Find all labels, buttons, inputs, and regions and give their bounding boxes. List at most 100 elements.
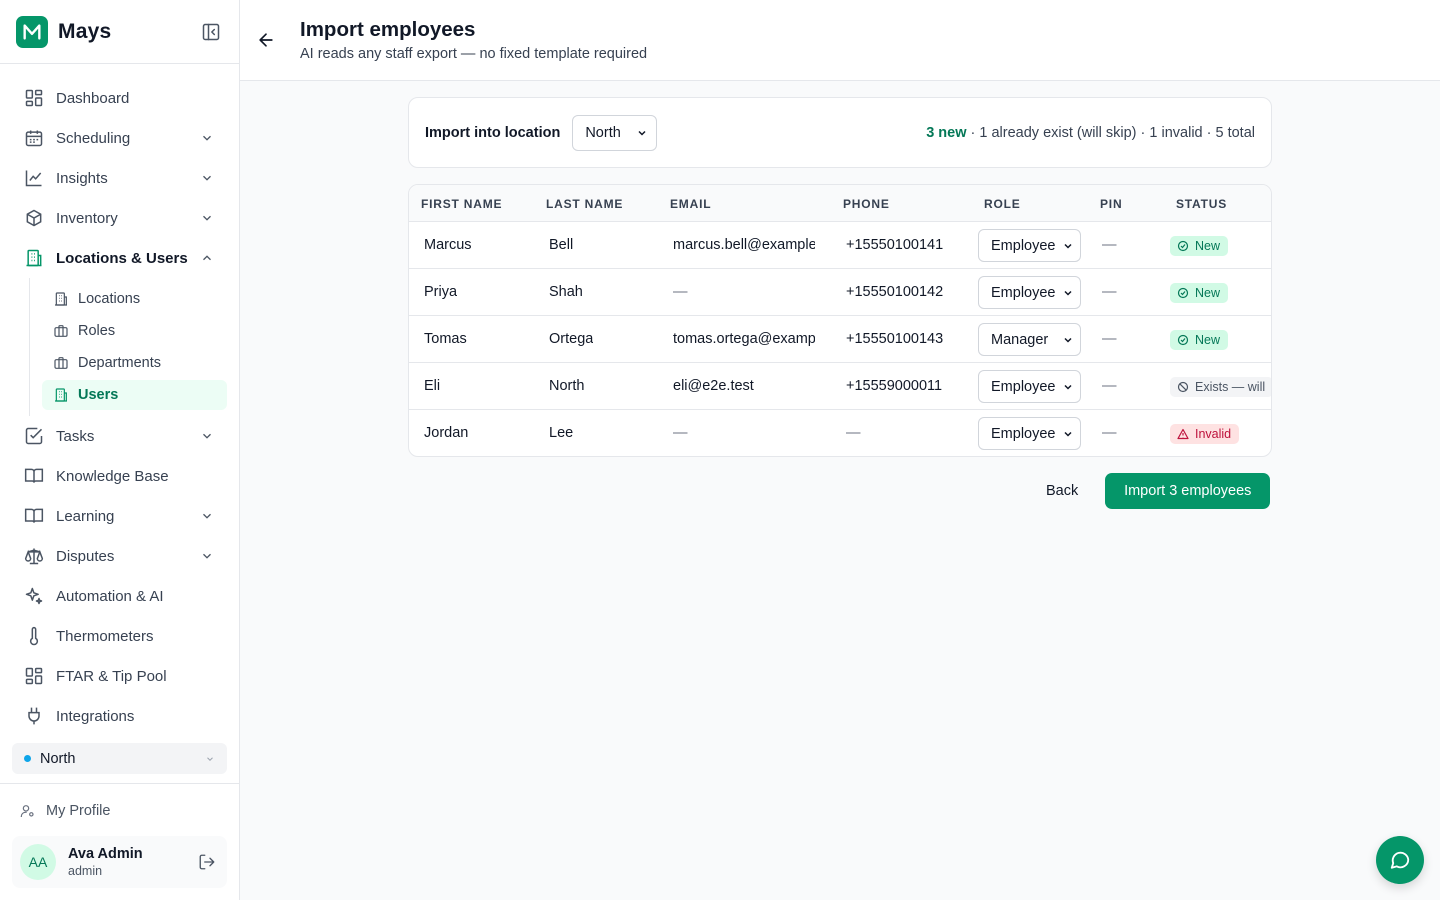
user-settings-icon (20, 803, 36, 819)
scale-icon (24, 546, 44, 566)
calendar-icon (24, 128, 44, 148)
ban-icon (1177, 381, 1189, 393)
book-icon (24, 466, 44, 486)
chevron-down-icon (205, 754, 215, 764)
sidebar-collapse-icon[interactable] (199, 20, 223, 44)
cell-first-name[interactable]: Priya (424, 284, 457, 300)
sidebar-subitem-departments[interactable]: Departments (42, 348, 227, 378)
sidebar-item-dashboard[interactable]: Dashboard (12, 78, 227, 118)
role-select[interactable]: Employee (978, 229, 1081, 262)
sidebar-item-inventory[interactable]: Inventory (12, 198, 227, 238)
import-location-panel: Import into location North 3 new · 1 alr… (408, 97, 1272, 168)
sidebar-item-label: Knowledge Base (56, 467, 169, 485)
sidebar-item-scheduling[interactable]: Scheduling (12, 118, 227, 158)
book-open-icon (24, 506, 44, 526)
my-profile-link[interactable]: My Profile (20, 803, 110, 819)
cell-phone[interactable]: +15550100142 (846, 284, 943, 300)
sidebar-item-knowledge-base[interactable]: Knowledge Base (12, 456, 227, 496)
chevron-down-icon (199, 170, 215, 186)
cell-first-name[interactable]: Tomas (424, 331, 467, 347)
sidebar-item-label: Insights (56, 169, 108, 187)
sidebar-item-automation-ai[interactable]: Automation & AI (12, 576, 227, 616)
table-row: Eli North eli@e2e.test +15559000011 Empl… (409, 363, 1271, 410)
table-header: FIRST NAME LAST NAME EMAIL PHONE ROLE PI… (409, 185, 1271, 222)
user-name: Ava Admin (68, 846, 143, 862)
dashboard-icon (24, 88, 44, 108)
chevron-down-icon (199, 508, 215, 524)
cell-last-name[interactable]: Ortega (549, 331, 593, 347)
logo-icon (16, 15, 48, 48)
chevron-down-icon (1062, 381, 1074, 393)
cell-first-name[interactable]: Jordan (424, 425, 468, 441)
sidebar-item-tasks[interactable]: Tasks (12, 416, 227, 456)
sidebar-item-label: Scheduling (56, 129, 131, 147)
import-button[interactable]: Import 3 employees (1105, 473, 1271, 509)
cell-email[interactable]: — (673, 284, 815, 300)
page-title: Import employees (300, 18, 476, 41)
role-select[interactable]: Manager (978, 323, 1081, 356)
warning-triangle-icon (1177, 428, 1189, 440)
table-row: Tomas Ortega tomas.ortega@examp +1555010… (409, 316, 1271, 363)
sidebar-item-label: Thermometers (56, 627, 154, 645)
summary-details: · 1 already exist (will skip) · 1 invali… (966, 124, 1255, 141)
cell-first-name[interactable]: Eli (424, 378, 440, 394)
cell-pin: — (1102, 378, 1117, 394)
sidebar-item-disputes[interactable]: Disputes (12, 536, 227, 576)
location-switcher[interactable]: North (12, 743, 227, 774)
status-badge: Invalid (1170, 424, 1240, 444)
avatar: AA (20, 844, 56, 880)
box-icon (24, 208, 44, 228)
chat-icon[interactable] (1376, 836, 1424, 884)
logout-icon[interactable] (195, 850, 219, 874)
sidebar-item-insights[interactable]: Insights (12, 158, 227, 198)
sidebar-item-ftar-tip-pool[interactable]: FTAR & Tip Pool (12, 656, 227, 696)
cell-email[interactable]: tomas.ortega@examp (673, 331, 815, 347)
column-header-phone: PHONE (843, 197, 890, 211)
table-row: Priya Shah — +15550100142 Employee — New (409, 269, 1271, 316)
sidebar-item-label: FTAR & Tip Pool (56, 667, 167, 685)
chevron-down-icon (199, 428, 215, 444)
back-button[interactable]: Back (1036, 473, 1088, 509)
cell-last-name[interactable]: Bell (549, 237, 573, 253)
cell-last-name[interactable]: Lee (549, 425, 573, 441)
sidebar-item-integrations[interactable]: Integrations (12, 696, 227, 736)
cell-first-name[interactable]: Marcus (424, 237, 472, 253)
cell-email[interactable]: eli@e2e.test (673, 378, 815, 394)
import-location-select[interactable]: North (572, 114, 658, 151)
cell-last-name[interactable]: Shah (549, 284, 583, 300)
sidebar-item-label: Automation & AI (56, 587, 164, 605)
role-select[interactable]: Employee (978, 276, 1081, 309)
sidebar-subitem-users[interactable]: Users (42, 380, 227, 410)
status-badge-label: New (1195, 286, 1221, 300)
sidebar-subitem-locations[interactable]: Locations (42, 284, 227, 314)
cell-phone[interactable]: +15550100141 (846, 237, 943, 253)
chevron-down-icon (199, 210, 215, 226)
my-profile-label: My Profile (46, 803, 111, 819)
role-select[interactable]: Employee (978, 417, 1081, 450)
brand-bar: Mays (0, 0, 239, 64)
cell-last-name[interactable]: North (549, 378, 584, 394)
chevron-down-icon (199, 130, 215, 146)
cell-email[interactable]: — (673, 425, 815, 441)
sidebar-item-thermometers[interactable]: Thermometers (12, 616, 227, 656)
sidebar-item-label: Tasks (56, 427, 95, 445)
cell-pin: — (1102, 284, 1117, 300)
cell-phone[interactable]: — (846, 425, 861, 441)
sidebar-item-locations-users[interactable]: Locations & Users (12, 238, 227, 278)
cell-email[interactable]: marcus.bell@example (673, 237, 815, 253)
cell-phone[interactable]: +15559000011 (846, 378, 942, 394)
chevron-down-icon (1062, 428, 1074, 440)
plug-icon (24, 706, 44, 726)
status-badge: New (1170, 236, 1229, 256)
sidebar-subitem-roles[interactable]: Roles (42, 316, 227, 346)
sidebar-item-learning[interactable]: Learning (12, 496, 227, 536)
employees-table: FIRST NAME LAST NAME EMAIL PHONE ROLE PI… (408, 184, 1272, 457)
cell-phone[interactable]: +15550100143 (846, 331, 943, 347)
back-arrow-icon[interactable] (256, 30, 276, 50)
import-summary: 3 new · 1 already exist (will skip) · 1 … (926, 125, 1255, 141)
sidebar-item-label: Learning (56, 507, 115, 525)
chart-line-icon (24, 168, 44, 188)
role-select-value: Employee (991, 284, 1056, 301)
role-select[interactable]: Employee (978, 370, 1081, 403)
column-header-email: EMAIL (670, 197, 712, 211)
